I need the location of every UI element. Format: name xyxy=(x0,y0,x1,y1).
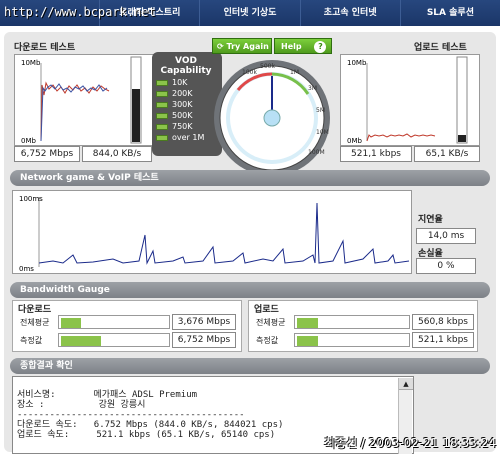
down-avg-label: 전체평균 xyxy=(20,318,50,327)
down-measured-fill xyxy=(61,336,101,346)
gauge-tick: 100k xyxy=(242,69,257,76)
vod-led xyxy=(156,123,168,130)
nav-item-weather[interactable]: 인터넷 기상도 xyxy=(199,0,299,26)
up-avg-meter xyxy=(294,315,410,329)
summary-line: ----------------------------------------… xyxy=(17,410,245,420)
summary-line: 장소 : 강원 강릉시 xyxy=(17,400,146,410)
try-again-button[interactable]: ⟳ Try Again xyxy=(212,38,272,54)
download-bandwidth-title: 다운로드 xyxy=(18,305,52,315)
vod-level-label: 300K xyxy=(172,100,193,109)
download-plot: 10Mb 0Mb xyxy=(21,56,142,145)
summary-line: 서비스명: 메가패스 ADSL Premium xyxy=(17,390,198,400)
vod-led xyxy=(156,134,168,141)
download-axis-bottom: 0Mb xyxy=(21,137,36,145)
up-avg-fill xyxy=(297,318,319,328)
down-avg-fill xyxy=(61,318,82,328)
try-again-label: Try Again xyxy=(226,42,269,51)
upload-bandwidth-title: 업로드 xyxy=(254,305,279,315)
vod-led xyxy=(156,112,168,119)
vod-led xyxy=(156,101,168,108)
download-line-b xyxy=(40,83,108,142)
gauge-tick: 100M xyxy=(308,149,325,156)
bandwidth-section-bar: Bandwidth Gauge xyxy=(10,282,490,298)
loss-value: 0 % xyxy=(416,258,476,274)
up-measured-label: 측정값 xyxy=(256,336,279,345)
download-speed-mbps: 6,752 Mbps xyxy=(14,146,80,162)
refresh-icon: ⟳ xyxy=(217,42,224,51)
help-button[interactable]: Help ? xyxy=(274,38,332,54)
vod-led xyxy=(156,90,168,97)
up-measured-value: 521,1 kbps xyxy=(412,332,474,348)
network-plot: 100ms 0ms xyxy=(19,195,410,273)
upload-speed-kbps: 521,1 kbps xyxy=(340,146,412,162)
summary-line: 다운로드 속도: 6.752 Mbps (844.0 KB/s, 844021 … xyxy=(17,420,284,430)
summary-section-bar: 종합결과 확인 xyxy=(10,358,490,374)
download-speed-kbs: 844,0 KB/s xyxy=(82,146,152,162)
upload-speed-kbs: 65,1 KB/s xyxy=(414,146,480,162)
up-measured-meter xyxy=(294,333,410,347)
vod-level-label: over 1M xyxy=(172,133,205,142)
gauge-tick: 5M xyxy=(316,107,325,114)
upload-line xyxy=(366,133,436,142)
vod-level: 200K xyxy=(156,89,216,98)
vod-led xyxy=(156,79,168,86)
vod-level-label: 200K xyxy=(172,89,193,98)
down-avg-value: 3,676 Mbps xyxy=(172,314,236,330)
latency-value: 14,0 ms xyxy=(416,228,476,244)
gauge-hub xyxy=(263,109,281,127)
scroll-up-icon[interactable]: ▲ xyxy=(399,378,413,390)
down-avg-meter xyxy=(58,315,170,329)
down-measured-label: 측정값 xyxy=(20,336,43,345)
speed-gauge: 100k 500k 1M 3M 5M 10M 100M xyxy=(214,60,330,176)
network-latency-line xyxy=(38,202,410,265)
upload-chart: 10Mb 0Mb xyxy=(340,54,480,146)
vod-level: 10K xyxy=(156,78,216,87)
latency-label: 지연율 xyxy=(418,215,443,225)
up-avg-label: 전체평균 xyxy=(256,318,286,327)
up-measured-fill xyxy=(297,336,319,346)
upload-axis-bottom: 0Mb xyxy=(347,137,362,145)
network-axis-bottom: 0ms xyxy=(19,265,34,273)
network-chart: 100ms 0ms xyxy=(12,190,412,274)
gauge-tick: 500k xyxy=(260,63,275,70)
down-measured-meter xyxy=(58,333,170,347)
network-axis-top: 100ms xyxy=(19,195,43,203)
download-line-a xyxy=(40,81,110,142)
vod-level-label: 10K xyxy=(172,78,188,87)
vod-level: 750K xyxy=(156,122,216,131)
network-section-bar: Network game & VoIP 테스트 xyxy=(10,170,490,186)
download-chart: 10Mb 0Mb xyxy=(14,54,154,146)
vod-level-label: 750K xyxy=(172,122,193,131)
nav-item-broadband[interactable]: 초고속 인터넷 xyxy=(299,0,400,26)
nav-item-sla[interactable]: SLA 솔루션 xyxy=(399,0,500,26)
vod-level: over 1M xyxy=(156,133,216,142)
gauge-tick: 10M xyxy=(316,129,329,136)
help-label: Help xyxy=(281,42,302,51)
gauge-tick: 1M xyxy=(290,69,299,76)
gauge-tick: 3M xyxy=(308,85,317,92)
watermark: http://www.bcpark.net xyxy=(4,5,156,19)
vod-level: 300K xyxy=(156,100,216,109)
upload-plot: 10Mb 0Mb xyxy=(347,56,468,145)
upload-axis-top: 10Mb xyxy=(347,59,367,67)
down-measured-value: 6,752 Mbps xyxy=(172,332,236,348)
download-axis-top: 10Mb xyxy=(21,59,41,67)
vod-level-label: 500K xyxy=(172,111,193,120)
vod-title: VOD Capability xyxy=(160,56,212,76)
download-title: 다운로드 테스트 xyxy=(14,43,76,53)
photo-signature: 최종선 / 2003-02-21 18:33:24 xyxy=(324,436,497,450)
vod-level: 500K xyxy=(156,111,216,120)
upload-title: 업로드 테스트 xyxy=(414,43,467,53)
help-icon: ? xyxy=(314,41,327,53)
vod-capability: VOD Capability 10K 200K 300K 500K 750K o… xyxy=(156,56,216,152)
up-avg-value: 560,8 kbps xyxy=(412,314,474,330)
